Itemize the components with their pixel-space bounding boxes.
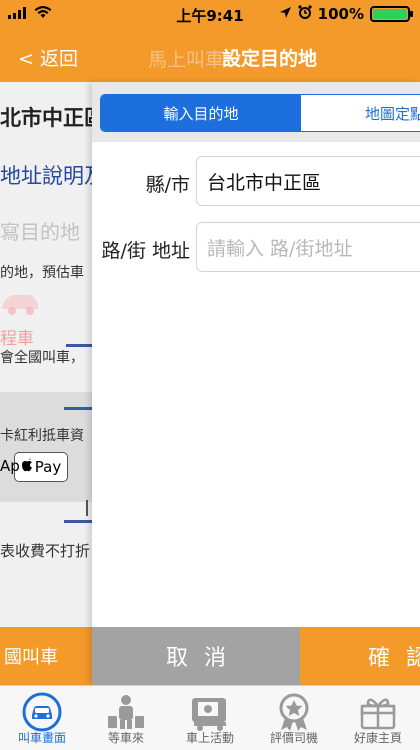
taxi-logo-icon [0, 287, 40, 323]
tab-label: 車上活動 [185, 731, 234, 745]
bg-address-text: 北市中正區 [0, 106, 92, 130]
tab-label: 等車來 [107, 731, 144, 745]
page-title: 設定目的地 [222, 48, 318, 70]
confirm-button[interactable]: 確認 [300, 627, 420, 685]
tab-input-destination[interactable]: 輸入目的地 [101, 95, 301, 131]
apple-pay-label: Pay [34, 458, 62, 476]
bg-address-desc-link[interactable]: 地址說明及 [0, 160, 92, 190]
navigation-bar: < 返回 馬上叫車 設定目的地 [0, 30, 420, 82]
bg-destination-placeholder[interactable]: 寫目的地 [0, 216, 80, 245]
underlying-page-title: 馬上叫車 [148, 49, 225, 71]
tab-call-taxi[interactable]: 叫車畫面 [0, 686, 84, 750]
bg-apple-pay-suffix: Ap [0, 457, 20, 475]
bg-divider [64, 520, 92, 523]
status-bar: 上午9:41 100% [0, 0, 420, 30]
battery-icon [370, 6, 413, 22]
tab-label: 好康主頁 [353, 731, 402, 745]
bg-nationwide-text: 會全國叫車， [0, 350, 84, 366]
bg-fee-text: 表收費不打折 [0, 542, 91, 560]
street-label: 路/街 地址 [101, 240, 190, 262]
alarm-icon [298, 5, 312, 23]
apple-pay-button[interactable]: Pay [14, 452, 68, 482]
city-field[interactable]: 台北市中正區 [196, 156, 420, 206]
back-button[interactable]: < 返回 [18, 44, 78, 71]
tab-map-location[interactable]: 地圖定點 [301, 95, 420, 131]
battery-fill [373, 9, 407, 19]
bg-divider [64, 407, 92, 410]
tab-rate-driver[interactable]: 評價司機 [252, 686, 336, 750]
street-address-field[interactable]: 請輸入 路/街地址 [196, 222, 420, 272]
bg-divider [86, 500, 88, 516]
bg-taxi-label: 程車 [0, 329, 34, 349]
destination-sheet: 輸入目的地 地圖定點 縣/市 台北市中正區 路/街 地址 請輸入 路/街地址 取… [92, 82, 420, 685]
tab-in-car-activity[interactable]: 車上活動 [168, 686, 252, 750]
cancel-button[interactable]: 取消 [92, 627, 300, 685]
tab-label: 評價司機 [269, 731, 318, 745]
city-label: 縣/市 [145, 174, 190, 196]
bg-estimate-text: 的地，預估車 [0, 265, 84, 281]
battery-percent: 100% [317, 5, 364, 23]
location-arrow-icon [279, 5, 292, 23]
segmented-control: 輸入目的地 地圖定點 [100, 94, 420, 132]
street-row: 路/街 地址 請輸入 路/街地址 [92, 222, 420, 276]
tab-waiting[interactable]: 等車來 [84, 686, 168, 750]
sheet-footer: 取消 確認 [92, 627, 420, 685]
tab-deals-home[interactable]: 好康主頁 [336, 686, 420, 750]
bg-red-envelope-text: 卡紅利抵車資 [0, 428, 84, 444]
city-row: 縣/市 台北市中正區 [92, 156, 420, 210]
status-right: 100% [279, 5, 413, 23]
tab-label: 叫車畫面 [17, 731, 66, 745]
bg-nationwide-call-button[interactable]: 國叫車 [0, 627, 92, 685]
segment-bar: 輸入目的地 地圖定點 [92, 82, 420, 142]
bottom-tab-bar: 叫車畫面 等車來 車上活動 評價司機 好康主頁 [0, 685, 420, 750]
background-page: 北市中正區 地址說明及 寫目的地 的地，預估車 程車 會全國叫車， 卡紅利抵車資… [0, 82, 92, 685]
apple-icon [21, 458, 33, 476]
